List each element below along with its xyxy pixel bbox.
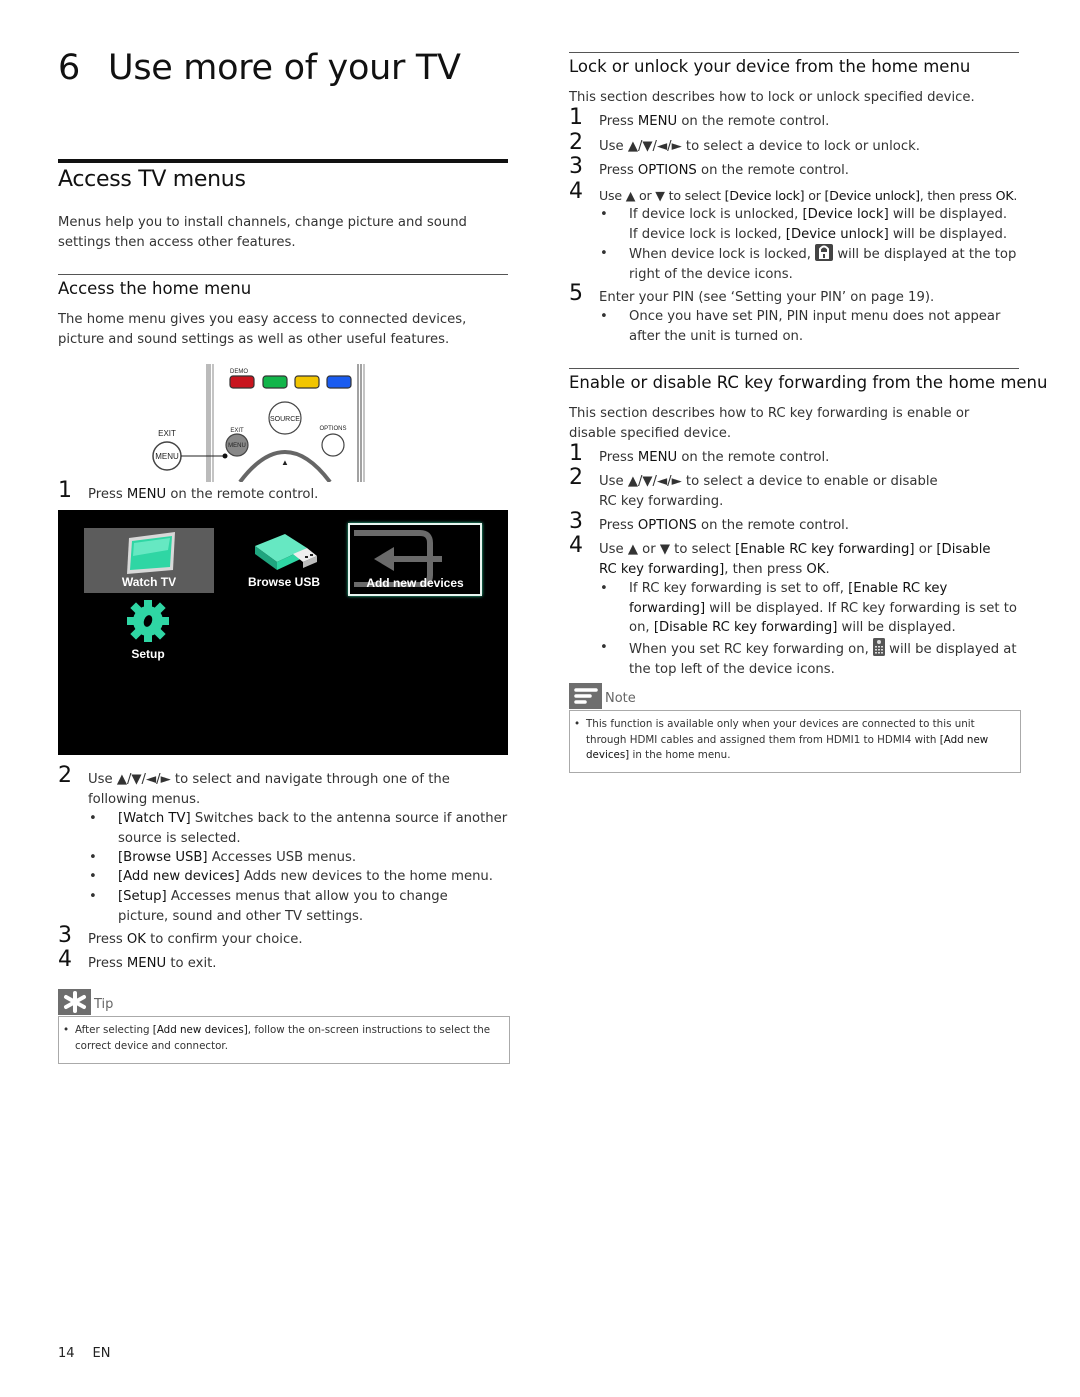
chapter-title: 6 Use more of your TV xyxy=(58,48,461,88)
gear-icon xyxy=(127,600,169,642)
svg-text:EXIT: EXIT xyxy=(158,429,176,438)
tip-icon xyxy=(58,989,91,1015)
menu-item-add-new-devices[interactable]: Add new devices xyxy=(348,523,482,596)
remote-illustration: DEMO SOURCE EXIT MENU OPTIONS ▲ EXIT MEN… xyxy=(145,362,375,484)
yellow-key xyxy=(294,375,320,389)
menu-item-label: Add new devices xyxy=(366,576,464,590)
svg-text:OPTIONS: OPTIONS xyxy=(319,426,346,432)
red-key xyxy=(229,375,255,389)
lock-section-title: Lock or unlock your device from the home… xyxy=(569,57,971,76)
page-number: 14 xyxy=(58,1346,75,1361)
remote-icon xyxy=(872,638,885,656)
usb-icon xyxy=(255,534,317,570)
demo-label: DEMO xyxy=(230,369,248,375)
note-box: • This function is available only when y… xyxy=(569,710,1021,773)
remote-edge-left xyxy=(206,364,211,482)
section-intro: Menus help you to install channels, chan… xyxy=(58,215,467,250)
menu-item-setup[interactable]: Setup xyxy=(98,596,198,671)
subsection-divider xyxy=(58,274,508,275)
svg-text:SOURCE: SOURCE xyxy=(270,416,300,423)
options-key xyxy=(321,433,345,457)
menu-item-browse-usb[interactable]: Browse USB xyxy=(228,528,340,593)
rc-section-title: Enable or disable RC key forwarding from… xyxy=(569,373,1048,392)
lock-intro: This section describes how to lock or un… xyxy=(569,90,975,105)
svg-text:MENU: MENU xyxy=(228,443,246,449)
chapter-number: 6 xyxy=(58,48,80,88)
section-title: Access TV menus xyxy=(58,167,246,192)
tv-icon xyxy=(127,532,175,574)
section-divider xyxy=(58,159,508,163)
page-footer: 14 EN xyxy=(58,1346,111,1361)
lock-icon xyxy=(815,244,834,261)
rc-intro: This section describes how to RC key for… xyxy=(569,406,970,441)
tv-home-menu: Watch TV Browse USB Add new devices Setu… xyxy=(58,510,508,755)
tip-header: Tip xyxy=(58,989,113,1015)
note-header: Note xyxy=(569,683,636,709)
lock-divider xyxy=(569,52,1019,53)
note-icon xyxy=(569,683,602,709)
svg-text:EXIT: EXIT xyxy=(230,428,244,434)
tip-box: • After selecting [Add new devices], fol… xyxy=(58,1016,510,1064)
language-code: EN xyxy=(92,1346,111,1361)
subsection-intro: The home menu gives you easy access to c… xyxy=(58,312,467,347)
navigation-ring xyxy=(238,450,332,484)
subsection-title: Access the home menu xyxy=(58,279,252,298)
green-key xyxy=(262,375,288,389)
rc-divider xyxy=(569,368,1019,369)
svg-text:MENU: MENU xyxy=(155,452,179,461)
menu-item-label: Browse USB xyxy=(247,575,321,589)
menu-item-label: Watch TV xyxy=(121,575,177,589)
svg-text:▲: ▲ xyxy=(281,458,289,467)
blue-key xyxy=(326,375,352,389)
menu-item-watch-tv[interactable]: Watch TV xyxy=(84,528,214,593)
menu-item-label: Setup xyxy=(131,647,165,661)
chapter-title-text: Use more of your TV xyxy=(108,48,461,88)
